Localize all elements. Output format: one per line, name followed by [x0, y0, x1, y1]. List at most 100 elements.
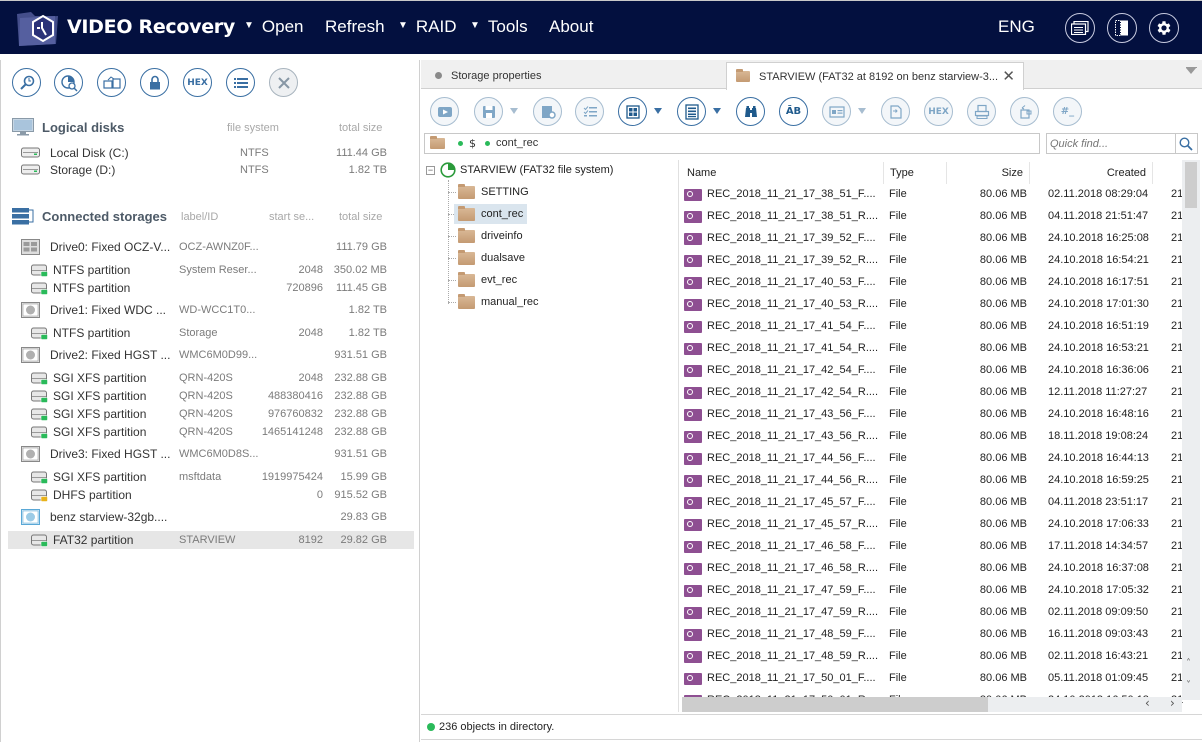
view-tiles-dropdown-icon[interactable] — [654, 108, 662, 114]
close-storage-button[interactable] — [269, 68, 298, 97]
menu-tools[interactable]: ▼ Tools — [470, 17, 528, 37]
binoculars-find-button[interactable] — [736, 97, 765, 126]
save-settings-button[interactable] — [533, 97, 562, 126]
storage-partition-item[interactable]: SGI XFS partition QRN-420S 2048 232.88 G… — [8, 369, 414, 387]
file-row[interactable]: REC_2018_11_21_17_45_57_R.... File 80.06… — [680, 514, 1183, 536]
menu-refresh[interactable]: Refresh — [325, 17, 385, 37]
view-tiles-button[interactable] — [618, 97, 647, 126]
file-row[interactable]: REC_2018_11_21_17_44_56_R.... File 80.06… — [680, 470, 1183, 492]
col-header-created[interactable]: Created — [1030, 162, 1153, 184]
menu-about[interactable]: About — [549, 17, 593, 37]
tab-storage-properties[interactable]: Storage properties — [427, 62, 723, 89]
storage-partition-item[interactable]: DHFS partition 0 915.52 GB — [8, 486, 414, 504]
tree-root[interactable]: − STARVIEW (FAT32 file system) — [426, 160, 613, 180]
encoding-button[interactable]: ĀΒ — [779, 97, 808, 126]
logical-disk-item[interactable]: Storage (D:) NTFS 1.82 TB — [8, 161, 414, 179]
file-row[interactable]: REC_2018_11_21_17_38_51_R.... File 80.06… — [680, 206, 1183, 228]
menu-raid[interactable]: ▼ RAID — [398, 17, 457, 37]
tab-close-icon[interactable]: ✕ — [1002, 67, 1015, 85]
save-dropdown-icon[interactable] — [510, 108, 518, 114]
storage-drive-item[interactable]: Drive3: Fixed HGST ... WMC6M0D8S... 931.… — [8, 445, 414, 463]
scan-region-button[interactable] — [54, 68, 83, 97]
lock-button[interactable] — [140, 68, 169, 97]
storage-drive-item[interactable]: benz starview-32gb.... 29.83 GB — [8, 508, 414, 526]
vertical-scroll-thumb[interactable] — [1185, 162, 1197, 208]
storage-partition-item[interactable]: NTFS partition Storage 2048 1.82 TB — [8, 324, 414, 342]
go-to-file-button[interactable] — [881, 97, 910, 126]
col-header-name[interactable]: Name — [680, 162, 884, 184]
messages-button[interactable] — [1065, 13, 1095, 43]
save-button[interactable] — [474, 97, 503, 126]
tree-folder-item[interactable]: cont_rec — [454, 204, 528, 224]
list-button[interactable] — [226, 68, 255, 97]
tree-folder-item[interactable]: evt_rec — [454, 270, 521, 290]
file-row[interactable]: REC_2018_11_21_17_45_57_F.... File 80.06… — [680, 492, 1183, 514]
collapse-icon[interactable]: − — [426, 165, 435, 175]
print-button[interactable] — [967, 97, 996, 126]
tab-overflow-icon[interactable] — [1186, 68, 1196, 74]
preview-pane-dropdown-icon[interactable] — [858, 108, 866, 114]
scroll-left-icon[interactable]: ‹ — [1145, 696, 1150, 710]
view-details-button[interactable] — [677, 97, 706, 126]
storage-drive-item[interactable]: Drive0: Fixed OCZ-V... OCZ-AWNZ0F... 111… — [8, 238, 414, 256]
search-icon[interactable] — [1179, 137, 1193, 151]
file-row[interactable]: REC_2018_11_21_17_44_56_F.... File 80.06… — [680, 448, 1183, 470]
path-current[interactable]: cont_rec — [496, 137, 538, 149]
storage-partition-item[interactable]: NTFS partition 720896 111.45 GB — [8, 279, 414, 297]
col-header-size[interactable]: Size — [947, 162, 1030, 184]
scroll-right-icon[interactable]: › — [1170, 696, 1175, 710]
storage-partition-item[interactable]: NTFS partition System Reser... 2048 350.… — [8, 261, 414, 279]
col-header-type[interactable]: Type — [884, 162, 947, 184]
view-details-dropdown-icon[interactable] — [713, 108, 721, 114]
tree-folder-item[interactable]: SETTING — [454, 182, 533, 202]
preview-pane-button[interactable] — [822, 97, 851, 126]
file-row[interactable]: REC_2018_11_21_17_50_01_F.... File 80.06… — [680, 668, 1183, 690]
vertical-scrollbar[interactable]: ˄ ˅ — [1182, 160, 1200, 700]
tree-folder-item[interactable]: dualsave — [454, 248, 529, 268]
scroll-down-icon[interactable]: ˅ — [1186, 680, 1191, 691]
scroll-up-icon[interactable]: ˄ — [1186, 658, 1191, 669]
hex-button[interactable]: HEX — [183, 68, 212, 97]
video-preview-button[interactable] — [430, 97, 459, 126]
horizontal-scroll-thumb[interactable] — [682, 697, 988, 712]
file-row[interactable]: REC_2018_11_21_17_48_59_F.... File 80.06… — [680, 624, 1183, 646]
storage-partition-item[interactable]: SGI XFS partition QRN-420S 976760832 232… — [8, 405, 414, 423]
file-row[interactable]: REC_2018_11_21_17_47_59_R.... File 80.06… — [680, 602, 1183, 624]
hash-button[interactable]: #_ — [1053, 97, 1082, 126]
file-row[interactable]: REC_2018_11_21_17_48_59_R.... File 80.06… — [680, 646, 1183, 668]
tab-starview[interactable]: STARVIEW (FAT32 at 8192 on benz starview… — [726, 62, 1024, 90]
file-row[interactable]: REC_2018_11_21_17_41_54_F.... File 80.06… — [680, 316, 1183, 338]
storage-partition-item[interactable]: SGI XFS partition QRN-420S 1465141248 23… — [8, 423, 414, 441]
file-row[interactable]: REC_2018_11_21_17_43_56_R.... File 80.06… — [680, 426, 1183, 448]
checklist-button[interactable] — [575, 97, 604, 126]
file-row[interactable]: REC_2018_11_21_17_39_52_R.... File 80.06… — [680, 250, 1183, 272]
path-root[interactable]: $ — [469, 137, 476, 150]
scan-button[interactable] — [12, 68, 41, 97]
file-row[interactable]: REC_2018_11_21_17_38_51_F.... File 80.06… — [680, 184, 1183, 206]
tree-folder-item[interactable]: manual_rec — [454, 292, 542, 312]
settings-button[interactable] — [1149, 13, 1179, 43]
storage-partition-item[interactable]: SGI XFS partition msftdata 1919975424 15… — [8, 468, 414, 486]
file-row[interactable]: REC_2018_11_21_17_40_53_F.... File 80.06… — [680, 272, 1183, 294]
language-selector[interactable]: ENG — [998, 17, 1035, 37]
hex-button[interactable]: HEX — [924, 97, 953, 126]
file-row[interactable]: REC_2018_11_21_17_40_53_R.... File 80.06… — [680, 294, 1183, 316]
create-image-button[interactable] — [97, 68, 126, 97]
file-row[interactable]: REC_2018_11_21_17_47_59_F.... File 80.06… — [680, 580, 1183, 602]
logical-disk-item[interactable]: Local Disk (C:) NTFS 111.44 GB — [8, 144, 414, 162]
file-row[interactable]: REC_2018_11_21_17_39_52_F.... File 80.06… — [680, 228, 1183, 250]
file-row[interactable]: REC_2018_11_21_17_43_56_F.... File 80.06… — [680, 404, 1183, 426]
file-row[interactable]: REC_2018_11_21_17_46_58_R.... File 80.06… — [680, 558, 1183, 580]
file-row[interactable]: REC_2018_11_21_17_46_58_F.... File 80.06… — [680, 536, 1183, 558]
panel-layout-button[interactable] — [1107, 13, 1137, 43]
storage-drive-item[interactable]: Drive2: Fixed HGST ... WMC6M0D99... 931.… — [8, 346, 414, 364]
storage-partition-item[interactable]: FAT32 partition STARVIEW 8192 29.82 GB — [8, 531, 414, 549]
file-row[interactable]: REC_2018_11_21_17_42_54_R.... File 80.06… — [680, 382, 1183, 404]
file-row[interactable]: REC_2018_11_21_17_42_54_F.... File 80.06… — [680, 360, 1183, 382]
storage-drive-item[interactable]: Drive1: Fixed WDC ... WD-WCC1T0... 1.82 … — [8, 301, 414, 319]
tree-folder-item[interactable]: driveinfo — [454, 226, 527, 246]
file-row[interactable]: REC_2018_11_21_17_41_54_R.... File 80.06… — [680, 338, 1183, 360]
horizontal-scrollbar[interactable]: ‹ › — [682, 696, 1182, 712]
quick-find-input[interactable] — [1047, 134, 1176, 153]
path-bar[interactable]: $ cont_rec — [424, 133, 1040, 154]
